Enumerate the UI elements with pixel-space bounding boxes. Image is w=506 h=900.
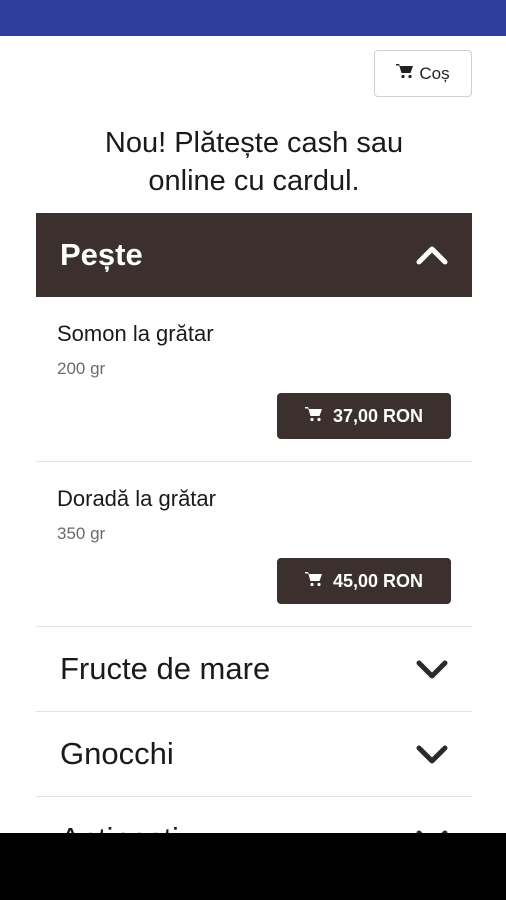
category-header-antipasti[interactable]: Antipasti — [36, 797, 472, 833]
category-header-fructe-de-mare[interactable]: Fructe de mare — [36, 627, 472, 712]
category-title: Antipasti — [60, 821, 179, 833]
category-title: Gnocchi — [60, 736, 174, 771]
menu-item: Doradă la grătar 350 gr 45,00 RON — [36, 462, 472, 627]
promo-message: Nou! Plătește cash sau online cu cardul. — [36, 124, 472, 200]
item-name: Somon la grătar — [57, 321, 214, 346]
add-to-cart-button[interactable]: 45,00 RON — [277, 558, 451, 604]
navigation-bar — [0, 833, 506, 900]
category-title: Pește — [60, 237, 143, 272]
item-weight: 200 gr — [57, 359, 106, 378]
chevron-down-icon — [416, 743, 448, 765]
add-to-cart-button[interactable]: 37,00 RON — [277, 393, 451, 439]
cart-button[interactable]: Coș — [374, 50, 472, 97]
category-header-peste[interactable]: Pește — [36, 213, 472, 297]
cart-icon — [396, 63, 414, 84]
cart-label: Coș — [419, 63, 450, 83]
chevron-down-icon — [416, 658, 448, 680]
item-price: 45,00 RON — [332, 570, 424, 591]
promo-line-2: online cu cardul. — [148, 165, 360, 197]
promo-line-1: Nou! Plătește cash sau — [104, 127, 404, 159]
chevron-up-icon — [416, 244, 448, 266]
category-title: Fructe de mare — [60, 651, 271, 686]
item-price: 37,00 RON — [332, 405, 424, 426]
cart-icon — [304, 406, 323, 427]
cart-icon — [304, 571, 323, 592]
menu-item: Somon la grătar 200 gr 37,00 RON — [36, 297, 472, 462]
item-name: Doradă la grătar — [57, 486, 216, 511]
status-bar — [0, 0, 506, 36]
item-weight: 350 gr — [57, 524, 106, 543]
menu-content[interactable]: Coș Nou! Plătește cash sau online cu car… — [0, 36, 506, 833]
category-header-gnocchi[interactable]: Gnocchi — [36, 712, 472, 797]
